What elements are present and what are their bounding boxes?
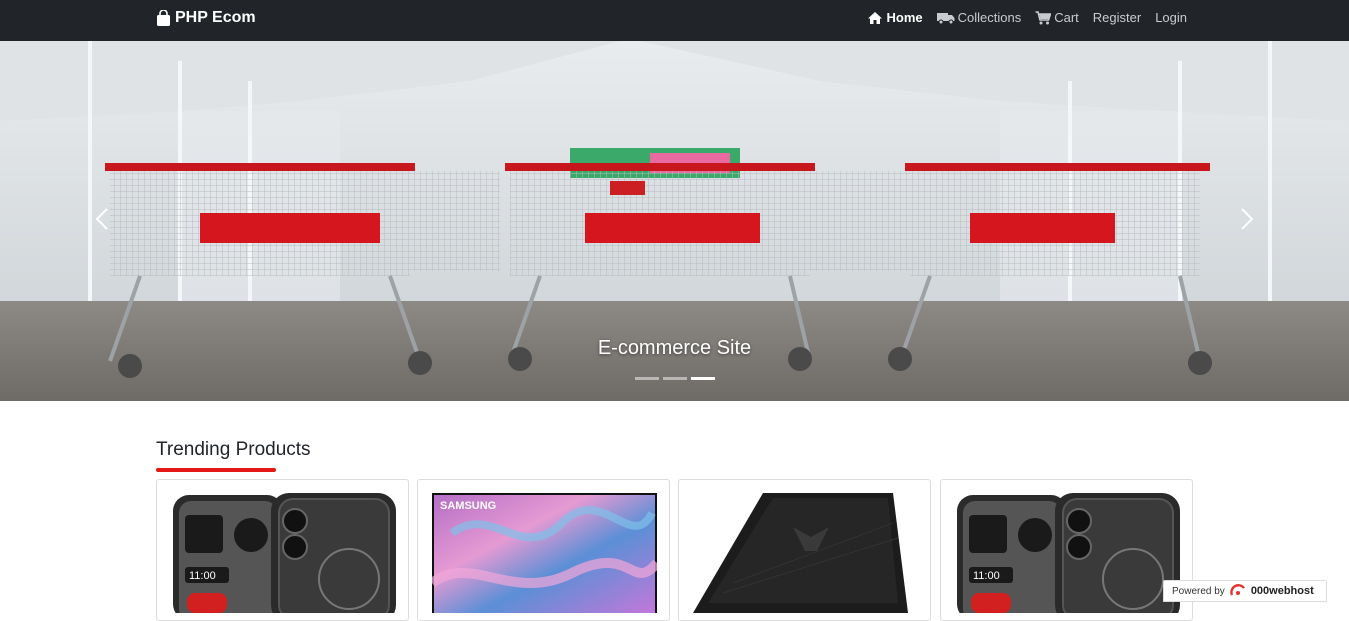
badge-name: 000webhost — [1250, 585, 1314, 597]
section-title: Trending Products — [156, 439, 311, 460]
navbar: PHP Ecom Home Collections Cart Register … — [0, 0, 1349, 41]
nav-collections[interactable]: Collections — [936, 10, 1022, 25]
product-image-phone: 11:00 — [171, 493, 396, 613]
nav-login-label: Login — [1155, 10, 1187, 25]
tv-brand-text: SAMSUNG — [440, 500, 496, 512]
nav-register-label: Register — [1092, 10, 1142, 25]
product-image-tv: SAMSUNG — [432, 493, 657, 613]
brand-link[interactable]: PHP Ecom — [156, 8, 256, 28]
carousel-indicator-2[interactable] — [662, 377, 687, 380]
home-icon — [867, 11, 883, 25]
hero-carousel: E-commerce Site — [0, 41, 1349, 401]
nav-collections-label: Collections — [957, 10, 1022, 25]
nav-cart-label: Cart — [1054, 10, 1079, 25]
section-title-underline — [156, 468, 276, 472]
carousel-caption: E-commerce Site — [597, 337, 752, 359]
nav-cart[interactable]: Cart — [1035, 10, 1079, 25]
cart-icon — [1035, 10, 1052, 25]
chevron-right-icon — [1240, 207, 1254, 236]
carousel-next-button[interactable] — [1235, 201, 1259, 241]
truck-icon — [936, 11, 955, 25]
nav-home-label: Home — [886, 10, 923, 25]
carousel-indicators — [0, 377, 1349, 380]
carousel-indicator-3[interactable] — [690, 377, 715, 380]
shopping-bag-icon — [156, 10, 171, 26]
main-nav: Home Collections Cart Register Login — [867, 10, 1187, 25]
product-image-laptop — [693, 493, 918, 613]
nav-home[interactable]: Home — [867, 10, 923, 25]
chevron-left-icon — [95, 207, 109, 236]
product-image-phone: 11:00 — [955, 493, 1180, 613]
brand-label: PHP Ecom — [175, 9, 256, 26]
carousel-indicator-1[interactable] — [634, 377, 659, 380]
nav-register[interactable]: Register — [1093, 10, 1141, 25]
badge-prefix: Powered by — [1172, 585, 1225, 597]
carousel-prev-button[interactable] — [90, 201, 114, 241]
hosting-badge[interactable]: Powered by 000webhost — [1163, 580, 1327, 602]
phone-clock-text: 11:00 — [973, 570, 1000, 582]
nav-login[interactable]: Login — [1155, 10, 1187, 25]
phone-clock-text: 11:00 — [189, 570, 216, 582]
webhost-logo-icon — [1230, 583, 1246, 600]
